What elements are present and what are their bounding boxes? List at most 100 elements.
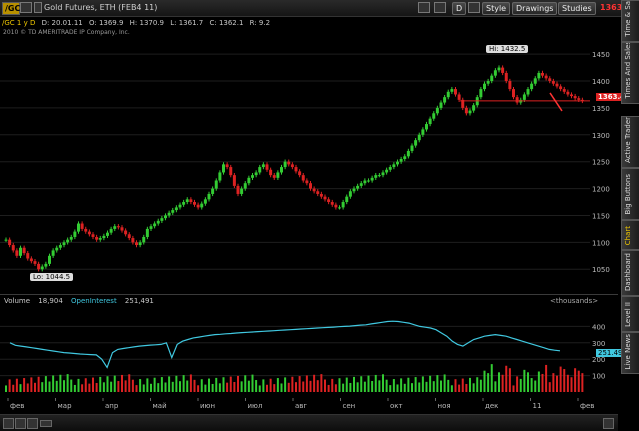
volume-bar: [59, 374, 62, 392]
scroll-left-icon[interactable]: [3, 418, 14, 429]
scroll-handle[interactable]: [40, 420, 52, 427]
volume-bar: [186, 380, 189, 392]
volume-bar: [266, 384, 268, 392]
candle: [145, 226, 149, 240]
candle: [211, 186, 215, 197]
candle: [501, 65, 505, 76]
candle: [367, 178, 370, 183]
candle: [363, 178, 367, 186]
candle: [167, 210, 171, 218]
volume-bar: [371, 381, 374, 392]
volume-bar: [334, 384, 337, 392]
candle: [327, 197, 331, 205]
volume-chart[interactable]: 400 300 200 100: [0, 306, 618, 396]
candle: [388, 164, 392, 172]
studies-button[interactable]: Studies: [558, 2, 596, 15]
month-label: фев: [10, 402, 24, 410]
volume-bar: [429, 375, 432, 392]
volume-bar: [396, 384, 399, 392]
month-label: ноя: [438, 402, 451, 410]
volume-tick-label: 300: [592, 340, 605, 348]
volume-bar: [110, 381, 113, 392]
volume-bar: [189, 374, 192, 392]
candle: [102, 233, 106, 241]
candle: [334, 202, 338, 210]
volume-bar: [73, 384, 76, 392]
candle: [91, 232, 95, 240]
volume-bar: [505, 365, 508, 392]
high-label: Hi: 1432.5: [486, 45, 529, 53]
dropdown-icon[interactable]: [34, 2, 42, 13]
quote-open: O: 1369.9: [88, 19, 124, 27]
candle: [414, 138, 418, 148]
volume-bar: [316, 380, 319, 392]
volume-bar: [382, 374, 384, 392]
tab-live-news[interactable]: Live News: [621, 332, 639, 374]
candle: [573, 93, 577, 101]
candle: [15, 248, 19, 258]
volume-bar: [5, 385, 7, 392]
month-label: июн: [200, 402, 215, 410]
volume-bar: [487, 373, 490, 392]
symbol-color-chip[interactable]: /GC: [2, 2, 20, 15]
volume-bar: [55, 380, 58, 392]
candle: [559, 84, 563, 92]
candle: [406, 148, 410, 159]
candle: [29, 256, 33, 264]
candle: [439, 100, 443, 111]
candle: [428, 116, 432, 127]
volume-bar: [222, 377, 225, 392]
style-button[interactable]: Style: [482, 2, 511, 15]
volume-bar: [284, 377, 287, 392]
volume-bar: [160, 377, 163, 392]
candle: [236, 183, 240, 197]
candle: [218, 170, 222, 183]
candle: [131, 235, 135, 245]
tab-times-and-sales[interactable]: Times And Sales: [621, 42, 639, 104]
volume-bar: [516, 376, 519, 392]
candle: [497, 65, 501, 73]
gear-icon[interactable]: [468, 2, 480, 13]
drawings-button[interactable]: Drawings: [512, 2, 558, 15]
volume-bar: [548, 382, 551, 392]
candle: [106, 230, 109, 239]
tab-big-buttons[interactable]: Big Buttons: [621, 168, 639, 220]
volume-bar: [530, 378, 533, 392]
zoom-out-icon[interactable]: [15, 418, 26, 429]
volume-bar: [331, 378, 334, 392]
candle: [541, 70, 544, 78]
volume-bar: [240, 381, 243, 392]
price-tick-label: 1400: [592, 78, 610, 86]
price-tick-label: 1150: [592, 212, 610, 220]
candle: [512, 86, 515, 100]
tab-active-trader[interactable]: Active Trader: [621, 116, 639, 168]
volume-bar: [66, 374, 69, 392]
price-tick-label: 1450: [592, 51, 610, 59]
month-label: мар: [58, 402, 73, 410]
grid-layout-icon[interactable]: [418, 2, 430, 13]
tab-dashboard[interactable]: Dashboard: [621, 250, 639, 296]
tab-time-and-sales[interactable]: Time & Sales: [621, 0, 639, 42]
price-tick-label: 1200: [592, 186, 610, 194]
link-icon[interactable]: [20, 2, 32, 13]
candle: [348, 189, 352, 199]
volume-bar: [269, 378, 272, 392]
volume-bar: [440, 380, 442, 392]
candle: [113, 224, 117, 232]
scroll-right-icon[interactable]: [603, 418, 614, 429]
candle: [269, 167, 273, 178]
bottom-scrollbar[interactable]: [0, 414, 618, 431]
volume-bar: [168, 376, 171, 392]
tab-level-ii[interactable]: Level II: [621, 296, 639, 332]
volume-bar: [570, 377, 573, 392]
tab-chart[interactable]: Chart: [621, 220, 639, 250]
candle: [370, 175, 374, 183]
lines-icon[interactable]: [434, 2, 446, 13]
volume-bar: [135, 385, 138, 392]
candle: [171, 207, 175, 215]
zoom-in-icon[interactable]: [27, 418, 38, 429]
volume-bar: [450, 385, 453, 392]
zoom-button[interactable]: D: [452, 2, 467, 15]
volume-bar: [338, 378, 341, 392]
price-chart[interactable]: 1450 1400 1350 1300 1250 1200 1150 1100 1050: [0, 30, 618, 292]
